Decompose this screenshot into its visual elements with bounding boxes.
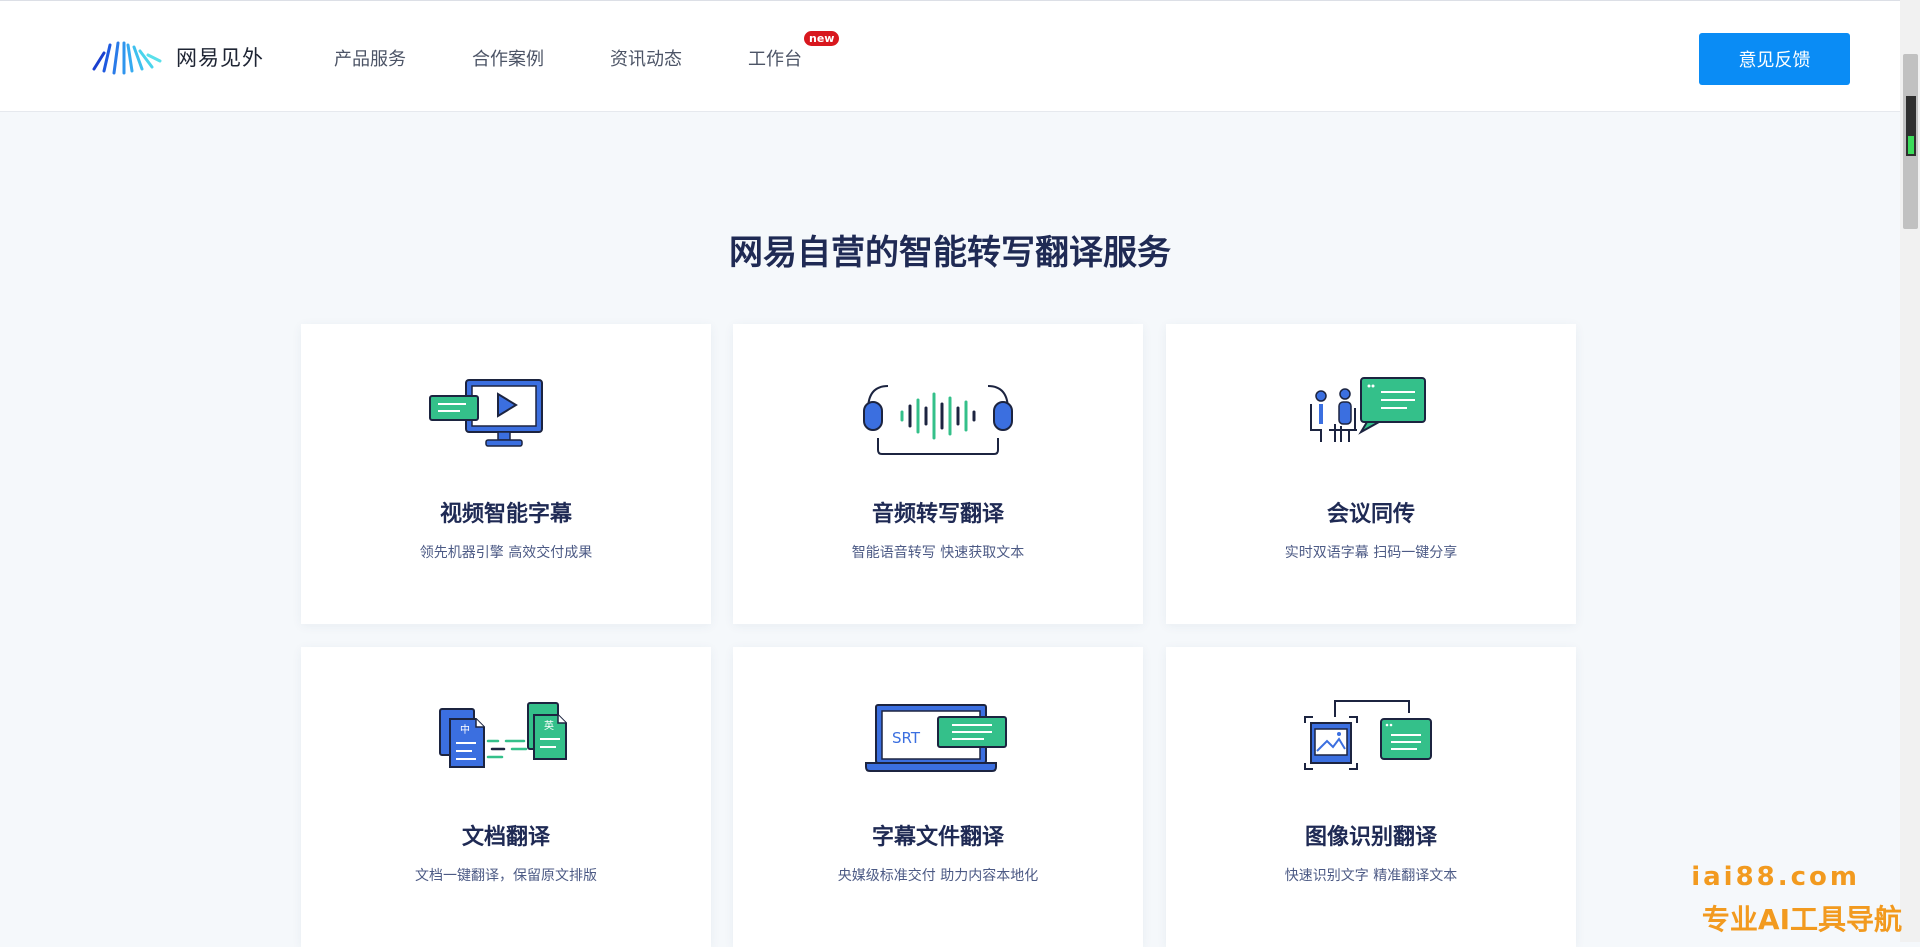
chinese-char-label: 中	[460, 723, 470, 736]
video-subtitle-icon	[429, 379, 543, 447]
card-subtitle: 领先机器引擎 高效交付成果	[419, 545, 593, 561]
new-badge: new	[804, 31, 840, 46]
card-title: 图像识别翻译	[1304, 825, 1437, 850]
audio-transcription-icon	[863, 385, 1013, 455]
card-subtitle: 文档一键翻译，保留原文排版	[415, 868, 597, 884]
service-card-meeting[interactable]: 会议同传 实时双语字幕 扫码一键分享	[1166, 324, 1576, 624]
section-title: 网易自营的智能转写翻译服务	[729, 233, 1171, 273]
nav-item-products[interactable]: 产品服务	[334, 45, 406, 71]
srt-label: SRT	[892, 729, 921, 747]
card-title: 音频转写翻译	[871, 502, 1004, 527]
card-title: 视频智能字幕	[439, 502, 572, 527]
meeting-interpretation-icon	[1310, 377, 1426, 442]
top-header: 网易见外 产品服务 合作案例 资讯动态 工作台 new 意见反馈	[0, 0, 1900, 112]
main-nav: 产品服务 合作案例 资讯动态 工作台 new	[334, 31, 868, 71]
card-subtitle: 智能语音转写 快速获取文本	[851, 545, 1025, 561]
nav-item-cases[interactable]: 合作案例	[472, 45, 544, 71]
nav-item-workbench[interactable]: 工作台 new	[748, 31, 840, 71]
feedback-button[interactable]: 意见反馈	[1699, 33, 1850, 85]
card-subtitle: 快速识别文字 精准翻译文本	[1284, 868, 1458, 884]
card-title: 文档翻译	[461, 825, 550, 850]
service-card-audio-transcription[interactable]: 音频转写翻译 智能语音转写 快速获取文本	[733, 324, 1143, 624]
subtitle-file-icon: SRT	[865, 704, 1007, 772]
card-subtitle: 实时双语字幕 扫码一键分享	[1284, 545, 1458, 561]
service-card-video-subtitle[interactable]: 视频智能字幕 领先机器引擎 高效交付成果	[301, 324, 711, 624]
card-subtitle: 央媒级标准交付 助力内容本地化	[837, 868, 1039, 884]
nav-item-workbench-label: 工作台	[748, 49, 802, 70]
english-char-label: 英	[544, 719, 554, 732]
card-title: 字幕文件翻译	[871, 825, 1004, 850]
nav-item-news[interactable]: 资讯动态	[610, 45, 682, 71]
page-scrollbar[interactable]	[1900, 0, 1920, 942]
scrollbar-marker-green	[1908, 136, 1914, 154]
watermark-slogan: 专业AI工具导航	[1701, 903, 1902, 936]
watermark-domain: iai88.com	[1691, 862, 1860, 892]
image-recognition-icon	[1304, 700, 1432, 770]
logo-waves-icon	[92, 41, 162, 75]
document-translation-icon: 中 英	[439, 702, 567, 768]
card-title: 会议同传	[1326, 502, 1415, 527]
logo-text: 网易见外	[176, 46, 264, 70]
service-card-document-translation[interactable]: 中 英 文档翻译 文档一键翻译，保留原文排版	[301, 647, 711, 947]
logo[interactable]: 网易见外	[90, 39, 264, 75]
service-card-subtitle-file[interactable]: SRT 字幕文件翻译 央媒级标准交付 助力内容本地化	[733, 647, 1143, 947]
service-card-image-recognition[interactable]: 图像识别翻译 快速识别文字 精准翻译文本	[1166, 647, 1576, 947]
